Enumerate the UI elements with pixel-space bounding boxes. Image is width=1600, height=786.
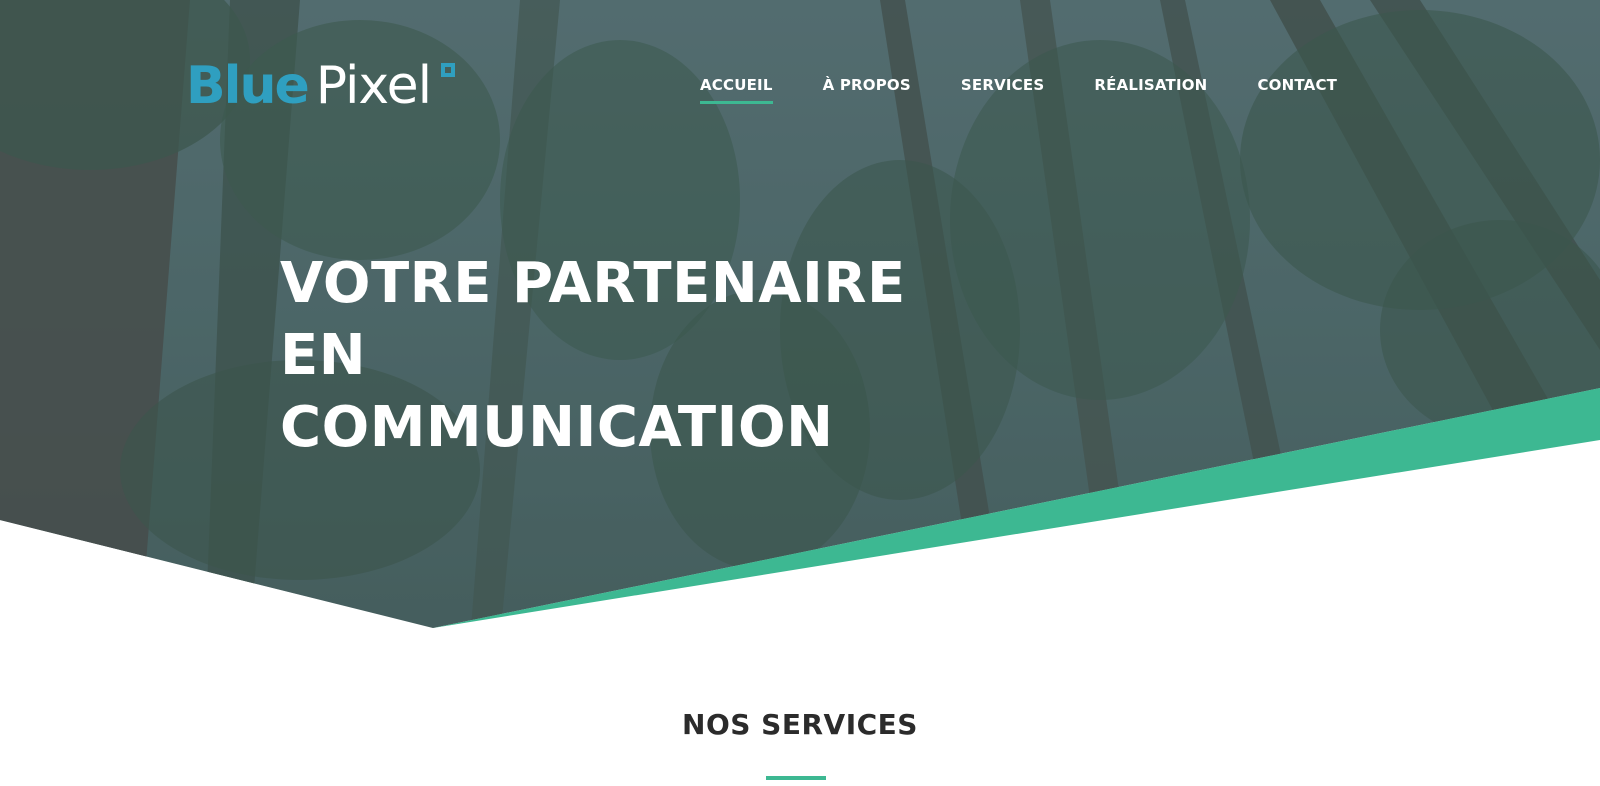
hero-headline-line-3: COMMUNICATION bbox=[280, 395, 834, 460]
logo-text-blue: Blue bbox=[186, 56, 310, 116]
nav-item-a-propos[interactable]: À PROPOS bbox=[823, 72, 911, 104]
hero-headline-line-2: EN bbox=[280, 323, 367, 388]
nav-item-realisation[interactable]: RÉALISATION bbox=[1094, 72, 1207, 104]
nav-item-accueil[interactable]: ACCUEIL bbox=[700, 72, 773, 104]
services-section-title: NOS SERVICES bbox=[682, 708, 918, 741]
page: Blue Pixel ACCUEIL À PROPOS SERVICES RÉA… bbox=[0, 0, 1600, 786]
hero-headline: VOTRE PARTENAIRE EN COMMUNICATION bbox=[280, 248, 906, 464]
hero-headline-line-1: VOTRE PARTENAIRE bbox=[280, 251, 906, 316]
logo-square-icon bbox=[441, 63, 456, 77]
main-nav: ACCUEIL À PROPOS SERVICES RÉALISATION CO… bbox=[700, 72, 1387, 104]
nav-item-services[interactable]: SERVICES bbox=[961, 72, 1044, 104]
services-title-underline bbox=[766, 776, 826, 780]
nav-item-contact[interactable]: CONTACT bbox=[1257, 72, 1337, 104]
logo-text-pixel: Pixel bbox=[315, 56, 432, 116]
logo[interactable]: Blue Pixel bbox=[186, 56, 456, 116]
